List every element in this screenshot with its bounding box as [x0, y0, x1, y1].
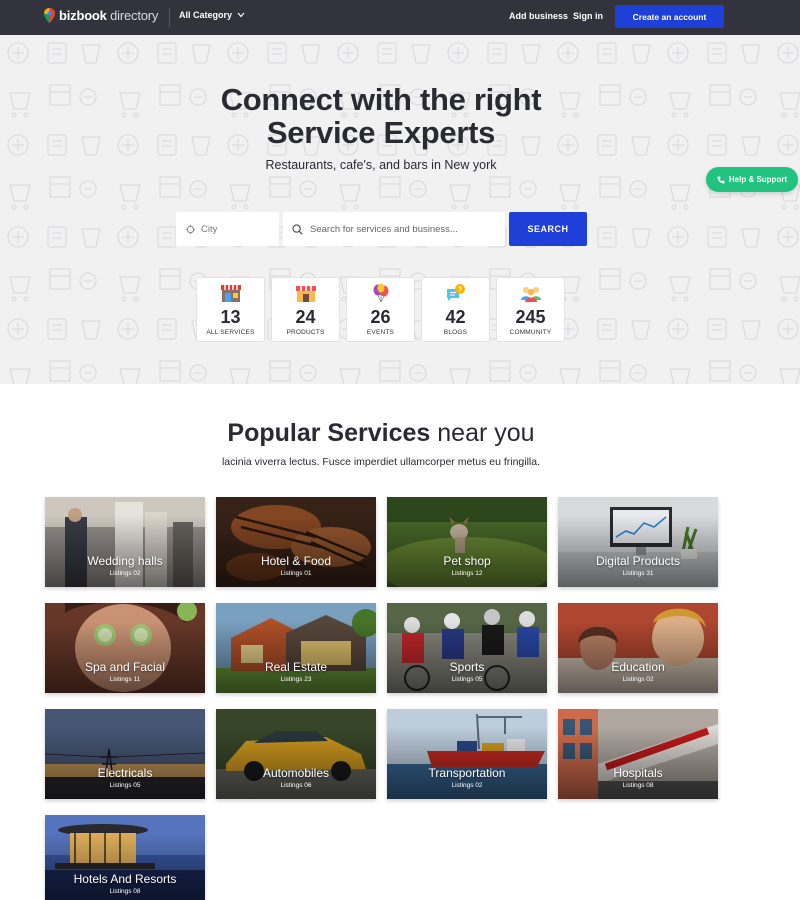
help-support-label: Help & Support — [728, 175, 788, 184]
balloons-icon — [373, 283, 389, 303]
logo-pin-icon — [44, 8, 55, 23]
service-name: Digital Products — [595, 554, 681, 568]
service-card-wedding-halls[interactable]: Wedding halls Listings 02 — [45, 497, 205, 587]
service-listing-count: Listings 08 — [109, 888, 141, 895]
service-card-education[interactable]: Education Listings 02 — [558, 603, 718, 693]
stat-value: 245 — [515, 307, 546, 327]
service-name: Transportation — [428, 766, 506, 780]
city-field[interactable]: City — [176, 212, 279, 246]
service-name: Automobiles — [262, 766, 330, 780]
service-listing-count: Listings 08 — [622, 782, 654, 789]
stat-card-all-services[interactable]: 13 ALL SERVICES — [196, 277, 265, 342]
service-card-spa-facial[interactable]: Spa and Facial Listings 11 — [45, 603, 205, 693]
service-name: Wedding halls — [87, 554, 163, 568]
service-name: Education — [611, 660, 665, 674]
service-name: Pet shop — [443, 554, 491, 568]
stat-card-blogs[interactable]: ? 42 BLOGS — [421, 277, 490, 342]
chat-bubbles-icon: ? — [447, 284, 465, 301]
service-card-transportation[interactable]: Transportation Listings 02 — [387, 709, 547, 799]
service-name: Hotel & Food — [260, 554, 332, 568]
nav-divider — [169, 8, 170, 27]
service-name: Sports — [449, 660, 485, 674]
logo-light-text: directory — [110, 8, 159, 23]
shop-icon — [296, 286, 316, 302]
section-title-light: near you — [437, 419, 535, 447]
search-icon — [292, 223, 303, 235]
category-dropdown-label: All Category — [179, 10, 233, 20]
stat-label: EVENTS — [366, 329, 395, 336]
service-listing-count: Listings 06 — [280, 782, 312, 789]
help-support-button[interactable]: Help & Support — [706, 167, 798, 192]
service-listing-count: Listings 02 — [622, 676, 654, 683]
stat-card-community[interactable]: 245 COMMUNITY — [496, 277, 565, 342]
hero-title-line2: Service Experts — [266, 115, 496, 150]
service-name: Hospitals — [613, 766, 663, 780]
chevron-down-icon — [237, 12, 245, 18]
logo-bold-text: bizbook — [59, 8, 107, 23]
stat-card-events[interactable]: 26 EVENTS — [346, 277, 415, 342]
logo[interactable]: bizbook directory — [44, 8, 158, 23]
service-card-automobiles[interactable]: Automobiles Listings 06 — [216, 709, 376, 799]
sign-in-link[interactable]: Sign in — [573, 11, 603, 21]
service-card-sports[interactable]: Sports Listings 05 — [387, 603, 547, 693]
service-listing-count: Listings 02 — [109, 570, 141, 577]
phone-icon — [717, 176, 725, 183]
service-card-hospitals[interactable]: Hospitals Listings 08 — [558, 709, 718, 799]
service-card-pet-shop[interactable]: Pet shop Listings 12 — [387, 497, 547, 587]
stat-label: BLOGS — [443, 329, 468, 336]
service-card-real-estate[interactable]: Real Estate Listings 23 — [216, 603, 376, 693]
search-placeholder: Search for services and business... — [310, 223, 458, 235]
hero-title-line1: Connect with the right — [220, 82, 542, 117]
service-listing-count: Listings 05 — [109, 782, 141, 789]
service-card-digital-products[interactable]: Digital Products Listings 31 — [558, 497, 718, 587]
stat-label: ALL SERVICES — [206, 329, 255, 336]
search-input[interactable]: Search for services and business... — [283, 212, 505, 246]
community-icon — [521, 287, 541, 302]
service-listing-count: Listings 11 — [109, 676, 141, 683]
service-listing-count: Listings 31 — [622, 570, 654, 577]
add-business-link[interactable]: Add business — [509, 11, 568, 21]
service-name: Hotels And Resorts — [73, 872, 177, 886]
hero-section: Connect with the right Service Experts R… — [0, 35, 800, 384]
stat-value: 13 — [220, 307, 241, 327]
search-button[interactable]: SEARCH — [509, 212, 587, 246]
service-name: Electricals — [97, 766, 153, 780]
service-listing-count: Listings 02 — [451, 782, 483, 789]
service-listing-count: Listings 05 — [451, 676, 483, 683]
hero-title: Connect with the right Service Experts — [0, 83, 762, 149]
section-title-bold: Popular Services — [227, 419, 431, 447]
top-navbar: bizbook directory All Category Add busin… — [0, 0, 800, 35]
service-listing-count: Listings 23 — [280, 676, 312, 683]
hero-subtitle: Restaurants, cafe's, and bars in New yor… — [265, 158, 497, 172]
stat-value: 24 — [295, 307, 316, 327]
service-listing-count: Listings 01 — [280, 570, 312, 577]
stat-value: 42 — [445, 307, 466, 327]
stat-value: 26 — [370, 307, 391, 327]
service-card-hotels-resorts[interactable]: Hotels And Resorts Listings 08 — [45, 815, 205, 900]
service-card-hotel-food[interactable]: Hotel & Food Listings 01 — [216, 497, 376, 587]
section-title: Popular Services near you — [0, 419, 762, 448]
service-name: Spa and Facial — [84, 660, 166, 674]
create-account-button[interactable]: Create an account — [615, 5, 724, 28]
service-listing-count: Listings 12 — [451, 570, 483, 577]
city-placeholder: City — [201, 223, 218, 235]
section-subtitle: lacinia viverra lectus. Fusce imperdiet … — [221, 456, 541, 468]
stat-label: PRODUCTS — [286, 329, 325, 336]
svg-text:?: ? — [458, 287, 462, 294]
store-icon — [221, 285, 241, 302]
stat-card-products[interactable]: 24 PRODUCTS — [271, 277, 340, 342]
service-card-electricals[interactable]: Electricals Listings 05 — [45, 709, 205, 799]
stat-label: COMMUNITY — [509, 329, 552, 336]
service-name: Real Estate — [264, 660, 328, 674]
location-icon — [186, 224, 195, 234]
category-dropdown[interactable]: All Category — [179, 10, 245, 20]
